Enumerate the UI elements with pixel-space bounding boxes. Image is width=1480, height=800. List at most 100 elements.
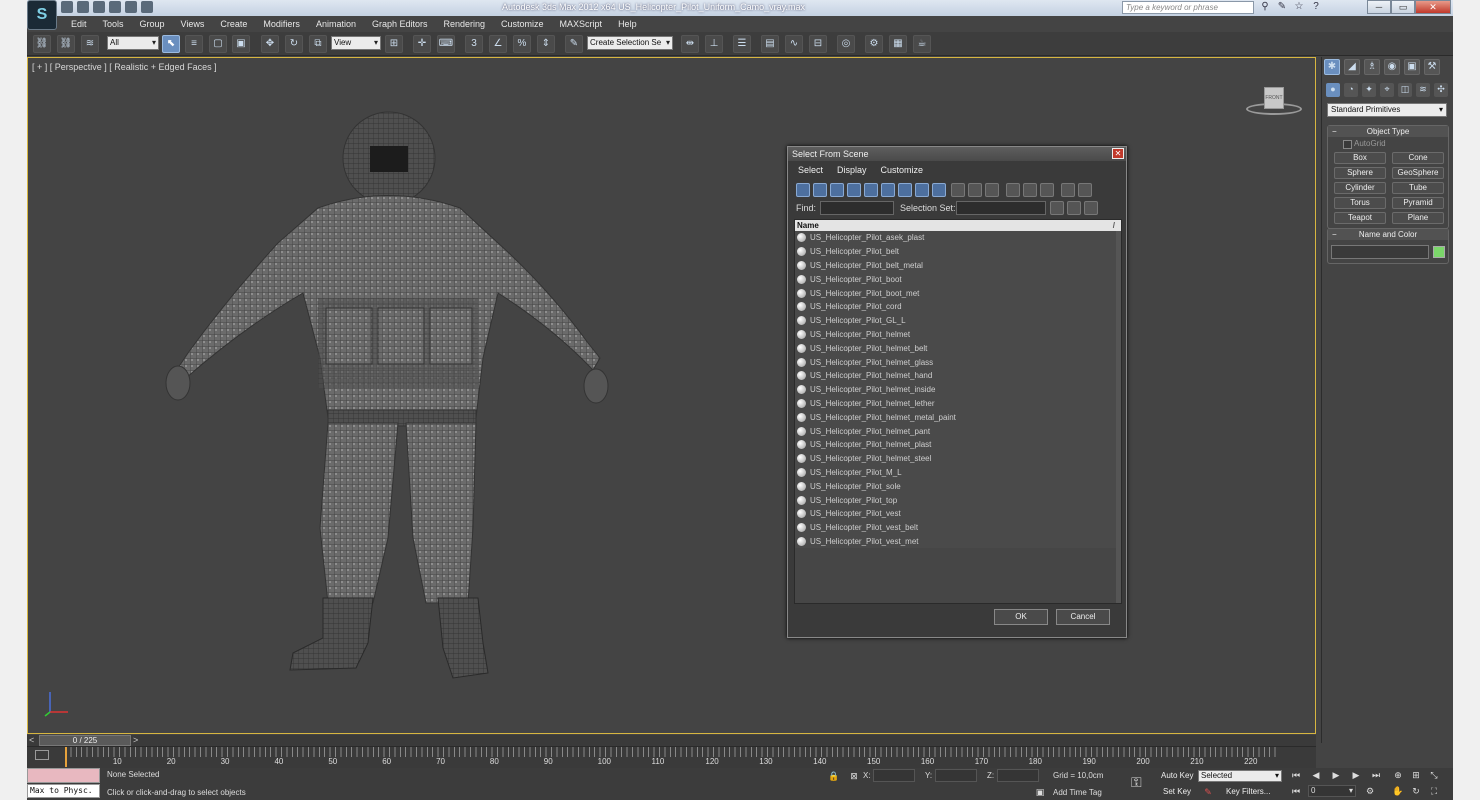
list-item[interactable]: US_Helicopter_Pilot_vest [795,506,1121,521]
select-none-icon[interactable] [1023,183,1037,197]
y-coordinate-input[interactable] [935,769,977,782]
save-file-icon[interactable] [93,1,105,13]
mirror-icon[interactable]: ⇹ [681,35,699,53]
tools-icon[interactable]: ✎ [1276,1,1288,13]
set-key-button[interactable]: Set Key [1163,786,1191,799]
dialog-close-button[interactable]: ✕ [1112,148,1124,159]
bind-space-warp-icon[interactable]: ≋ [81,35,99,53]
menu-tools[interactable]: Tools [95,16,132,32]
torus-button[interactable]: Torus [1334,197,1386,209]
viewcube-icon[interactable]: FRONT [1244,83,1302,119]
list-item[interactable]: US_Helicopter_Pilot_vest_belt [795,520,1121,535]
scene-object-list[interactable]: Name / US_Helicopter_Pilot_asek_plast US_… [794,219,1122,604]
menu-modifiers[interactable]: Modifiers [255,16,308,32]
time-slider[interactable]: < 0 / 225 > [27,735,1316,746]
list-item[interactable]: US_Helicopter_Pilot_helmet_glass [795,355,1121,369]
list-item[interactable]: US_Helicopter_Pilot_boot_met [795,286,1121,300]
open-file-icon[interactable] [77,1,89,13]
utilities-tab-icon[interactable]: ⚒ [1424,59,1440,75]
selection-lock-icon[interactable]: 🔒 [827,770,841,782]
create-tab-icon[interactable]: ✱ [1324,59,1340,75]
region-zoom-icon[interactable]: ⤡ [1427,769,1441,781]
select-link-icon[interactable]: ⛓ [33,35,51,53]
menu-views[interactable]: Views [173,16,213,32]
select-set-icon[interactable] [1084,201,1098,215]
binoculars-icon[interactable]: ⚲ [1259,1,1271,13]
motion-tab-icon[interactable]: ◉ [1384,59,1400,75]
menu-create[interactable]: Create [212,16,255,32]
manipulate-icon[interactable]: ✛ [413,35,431,53]
pivot-center-icon[interactable]: ⊞ [385,35,403,53]
maximize-button[interactable]: ▭ [1391,0,1415,14]
close-button[interactable]: ✕ [1415,0,1451,14]
list-item[interactable]: US_Helicopter_Pilot_asek_plast [795,231,1121,245]
teapot-button[interactable]: Teapot [1334,212,1386,224]
undo-icon[interactable] [109,1,121,13]
curve-editor-icon[interactable]: ∿ [785,35,803,53]
schematic-view-icon[interactable]: ⊟ [809,35,827,53]
app-logo-icon[interactable]: S [27,0,57,30]
zoom-all-icon[interactable]: ⊞ [1409,769,1423,781]
dialog-menu-select[interactable]: Select [798,165,823,175]
list-item[interactable]: US_Helicopter_Pilot_helmet_metal_paint [795,410,1121,425]
hierarchy-tab-icon[interactable]: ♗ [1364,59,1380,75]
remove-from-set-icon[interactable] [1067,201,1081,215]
list-item[interactable]: US_Helicopter_Pilot_GL_L [795,313,1121,328]
key-mode-toggle-icon[interactable]: ⏮ [1289,785,1303,797]
dialog-title-bar[interactable]: Select From Scene ✕ [788,147,1126,161]
rotate-icon[interactable]: ↻ [285,35,303,53]
list-scrollbar[interactable] [1116,231,1121,603]
go-to-end-icon[interactable]: ⏭ [1369,769,1383,781]
sphere-button[interactable]: Sphere [1334,167,1386,179]
select-invert-icon[interactable] [1040,183,1054,197]
modify-tab-icon[interactable]: ◢ [1344,59,1360,75]
autogrid-checkbox[interactable]: AutoGrid [1328,137,1448,150]
list-item[interactable]: US_Helicopter_Pilot_helmet_plast [795,437,1121,452]
add-to-set-icon[interactable] [1050,201,1064,215]
angle-snap-icon[interactable]: ∠ [489,35,507,53]
display-xrefs-icon[interactable] [915,183,929,197]
helpers-category-icon[interactable]: ◫ [1398,83,1412,97]
time-slider-next-icon[interactable]: > [133,735,138,745]
add-time-tag-button[interactable]: Add Time Tag [1053,788,1102,797]
list-item[interactable]: US_Helicopter_Pilot_boot [795,272,1121,287]
layer-manager-icon[interactable]: ☰ [733,35,751,53]
select-all-icon[interactable] [1006,183,1020,197]
display-tab-icon[interactable]: ▣ [1404,59,1420,75]
display-geometry-icon[interactable] [796,183,810,197]
key-mode-select[interactable]: Selected [1198,770,1282,782]
sync-selection-icon[interactable] [1078,183,1092,197]
align-icon[interactable]: ⊥ [705,35,723,53]
render-production-icon[interactable]: ☕ [913,35,931,53]
list-item[interactable]: US_Helicopter_Pilot_helmet_inside [795,382,1121,397]
list-item[interactable]: US_Helicopter_Pilot_helmet_lether [795,396,1121,411]
time-tag-icon[interactable]: ▣ [1033,786,1047,798]
menu-edit[interactable]: Edit [63,16,95,32]
menu-graph-editors[interactable]: Graph Editors [364,16,436,32]
object-name-input[interactable] [1331,245,1429,259]
list-item[interactable]: US_Helicopter_Pilot_helmet_belt [795,341,1121,356]
render-setup-icon[interactable]: ⚙ [865,35,883,53]
display-all-icon[interactable] [951,183,965,197]
name-and-color-header[interactable]: − Name and Color [1328,229,1448,240]
auto-key-button[interactable]: Auto Key [1161,770,1193,783]
display-cameras-icon[interactable] [847,183,861,197]
go-to-start-icon[interactable]: ⏮ [1289,769,1303,781]
menu-animation[interactable]: Animation [308,16,364,32]
shapes-category-icon[interactable]: ◔ [1344,83,1358,97]
absolute-mode-icon[interactable]: ⊠ [847,770,861,782]
window-crossing-icon[interactable]: ▣ [232,35,250,53]
play-icon[interactable]: ▶ [1329,769,1343,781]
menu-group[interactable]: Group [132,16,173,32]
x-coordinate-input[interactable] [873,769,915,782]
geometry-category-icon[interactable]: ● [1326,83,1340,97]
display-shapes-icon[interactable] [813,183,827,197]
edit-named-selection-icon[interactable]: ✎ [565,35,583,53]
list-item[interactable]: US_Helicopter_Pilot_vest_met [795,534,1121,549]
list-item[interactable]: US_Helicopter_Pilot_helmet [795,327,1121,342]
display-none-icon[interactable] [968,183,982,197]
rectangular-selection-icon[interactable]: ▢ [209,35,227,53]
display-groups-icon[interactable] [898,183,912,197]
object-category-select[interactable]: Standard Primitives [1327,103,1447,117]
pyramid-button[interactable]: Pyramid [1392,197,1444,209]
